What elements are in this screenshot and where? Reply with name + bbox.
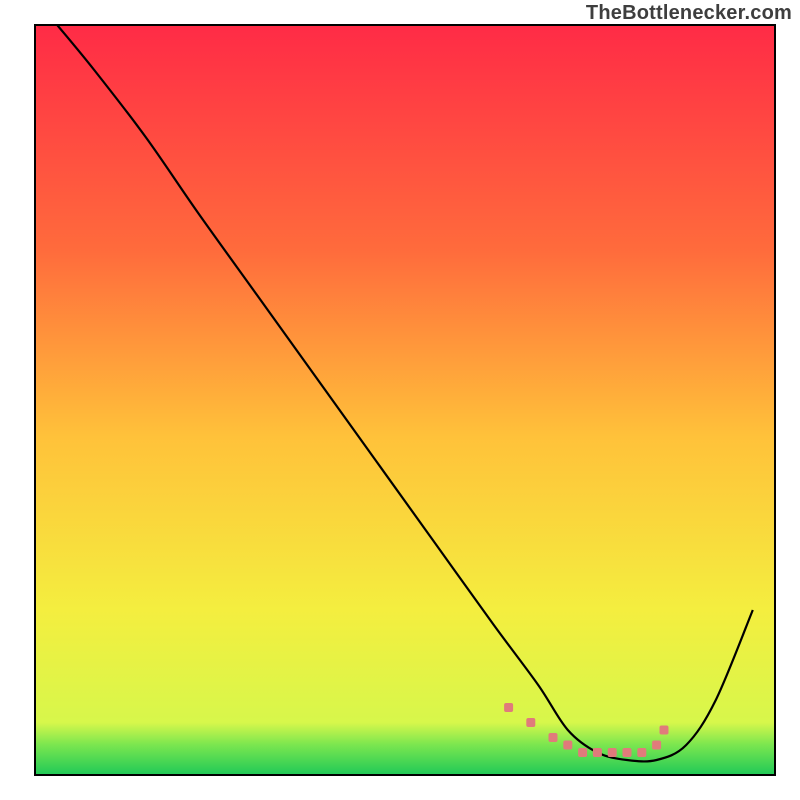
dot xyxy=(660,726,669,735)
dot xyxy=(578,748,587,757)
dot xyxy=(593,748,602,757)
bottleneck-chart xyxy=(0,0,800,800)
dot xyxy=(623,748,632,757)
chart-container: TheBottleneсker.com xyxy=(0,0,800,800)
dot xyxy=(504,703,513,712)
dot xyxy=(563,741,572,750)
dot xyxy=(652,741,661,750)
dot xyxy=(637,748,646,757)
dot xyxy=(608,748,617,757)
dot xyxy=(549,733,558,742)
dot xyxy=(526,718,535,727)
